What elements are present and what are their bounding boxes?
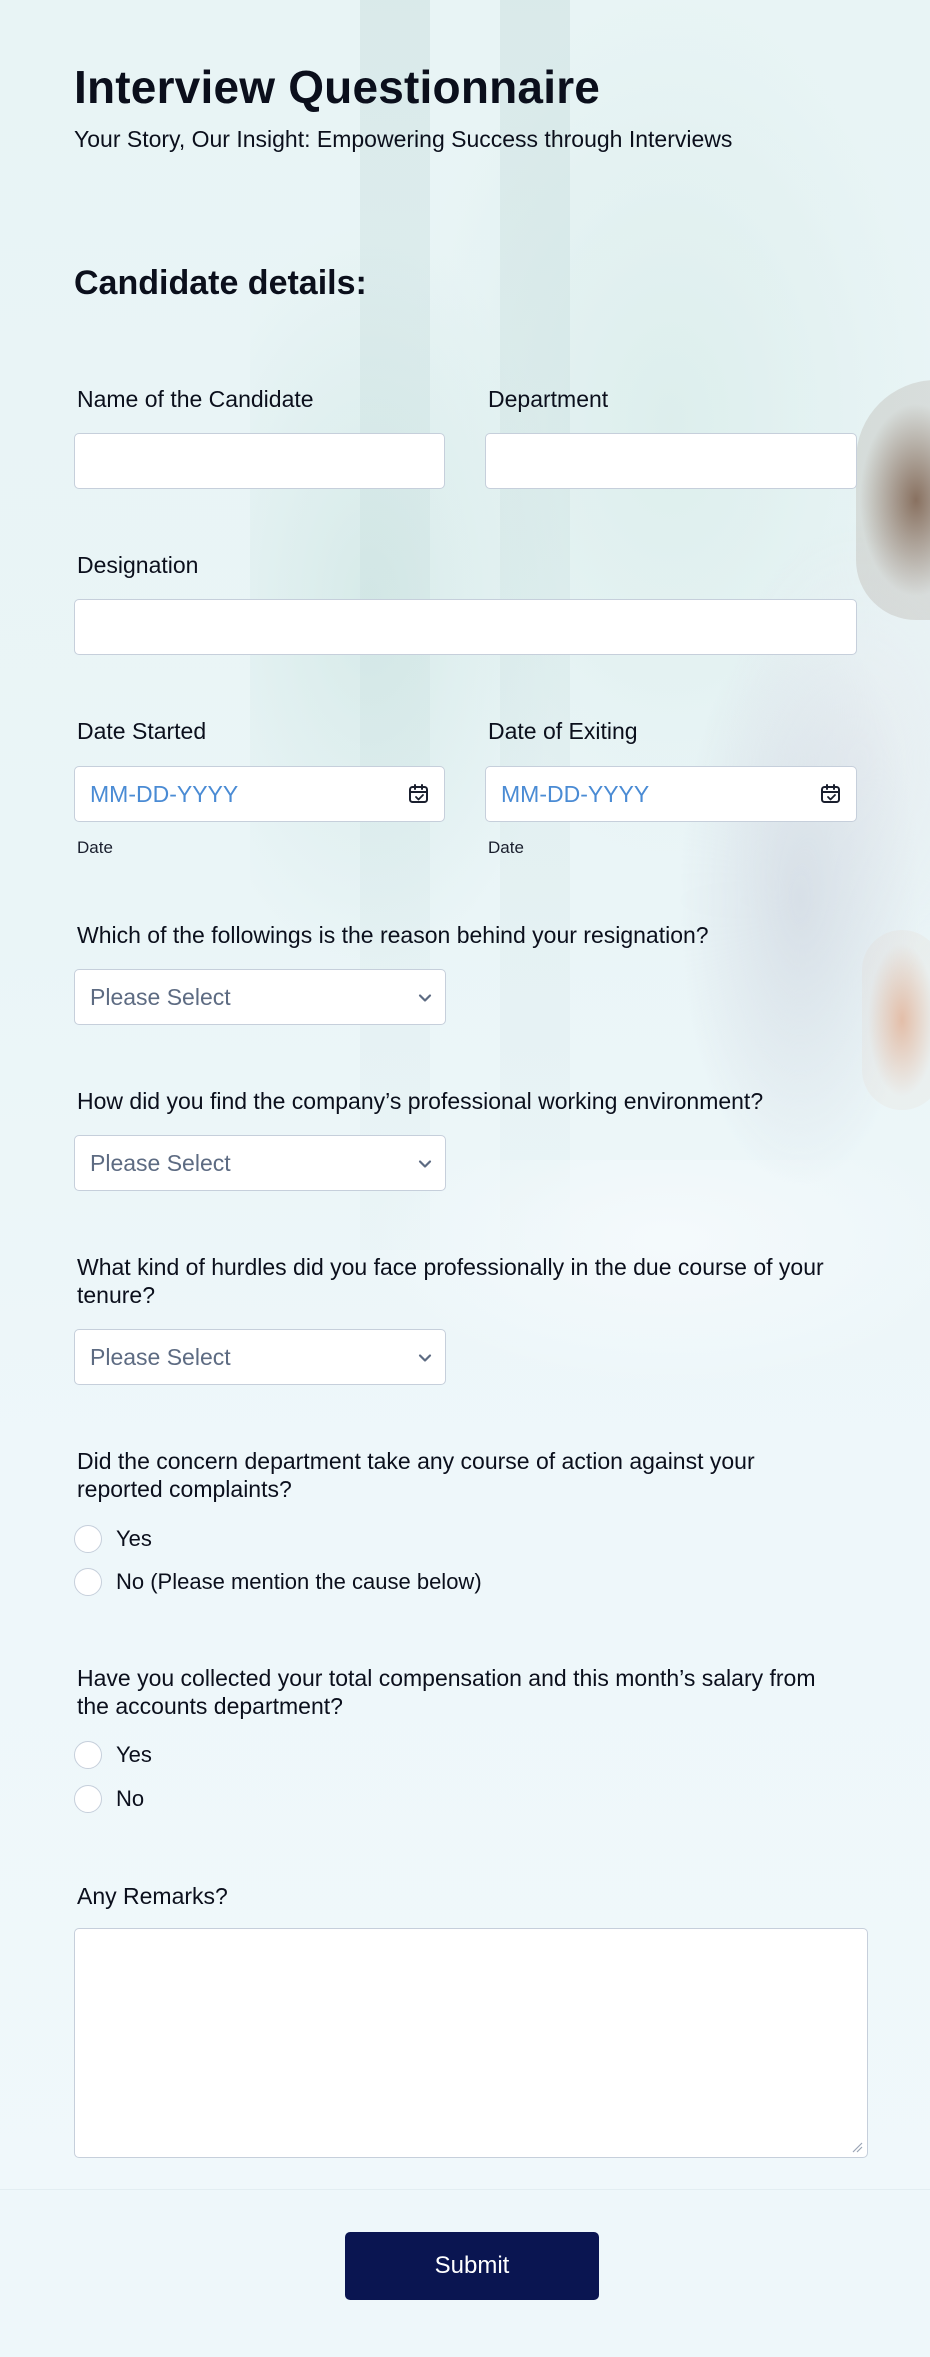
date-exiting-placeholder: MM-DD-YYYY — [501, 781, 650, 807]
work-environment-value: Please Select — [90, 1150, 231, 1176]
date-started-label: Date Started — [77, 718, 207, 744]
complaints-action-option-yes[interactable]: Yes — [74, 1524, 152, 1554]
radio-button[interactable] — [74, 1525, 102, 1553]
chevron-down-icon — [418, 1160, 432, 1168]
resignation-reason-label: Which of the followings is the reason be… — [77, 922, 709, 948]
work-environment-select[interactable]: Please Select — [74, 1135, 446, 1191]
candidate-name-label: Name of the Candidate — [77, 386, 314, 412]
remarks-textarea[interactable] — [74, 1928, 868, 2158]
chevron-down-icon — [418, 994, 432, 1002]
hurdles-label: What kind of hurdles did you face profes… — [77, 1254, 824, 1308]
radio-label: Yes — [116, 1526, 152, 1551]
radio-button[interactable] — [74, 1568, 102, 1596]
designation-label: Designation — [77, 552, 199, 578]
remarks-label: Any Remarks? — [77, 1883, 228, 1909]
department-input[interactable] — [485, 433, 857, 489]
chevron-down-icon — [418, 1354, 432, 1362]
complaints-action-label: Did the concern department take any cour… — [77, 1448, 755, 1502]
resignation-reason-select[interactable]: Please Select — [74, 969, 446, 1025]
compensation-option-yes[interactable]: Yes — [74, 1740, 152, 1770]
radio-label: No (Please mention the cause below) — [116, 1569, 482, 1594]
compensation-label: Have you collected your total compensati… — [77, 1665, 816, 1719]
hurdles-select[interactable]: Please Select — [74, 1329, 446, 1385]
date-started-input[interactable]: MM-DD-YYYY — [74, 766, 445, 822]
complaints-action-option-no[interactable]: No (Please mention the cause below) — [74, 1567, 482, 1597]
designation-input[interactable] — [74, 599, 857, 655]
section-title: Candidate details: — [74, 264, 367, 302]
date-exiting-label: Date of Exiting — [488, 718, 638, 744]
submit-button[interactable]: Submit — [345, 2232, 599, 2300]
compensation-option-no[interactable]: No — [74, 1784, 144, 1814]
radio-button[interactable] — [74, 1785, 102, 1813]
work-environment-label: How did you find the company’s professio… — [77, 1088, 764, 1114]
form-subtitle: Your Story, Our Insight: Empowering Succ… — [74, 126, 733, 152]
resignation-reason-value: Please Select — [90, 984, 231, 1010]
calendar-icon[interactable] — [408, 783, 430, 805]
hurdles-value: Please Select — [90, 1344, 231, 1370]
date-exiting-sublabel: Date — [488, 838, 524, 857]
radio-button[interactable] — [74, 1741, 102, 1769]
candidate-name-input[interactable] — [74, 433, 445, 489]
radio-label: Yes — [116, 1742, 152, 1767]
department-label: Department — [488, 386, 609, 412]
form-page: Interview Questionnaire Your Story, Our … — [0, 0, 930, 2357]
radio-label: No — [116, 1786, 145, 1811]
resize-grip-icon[interactable] — [851, 2141, 863, 2153]
date-exiting-input[interactable]: MM-DD-YYYY — [485, 766, 857, 822]
date-started-placeholder: MM-DD-YYYY — [90, 781, 239, 807]
form-title: Interview Questionnaire — [74, 61, 601, 113]
date-started-sublabel: Date — [77, 838, 113, 857]
calendar-icon[interactable] — [820, 783, 842, 805]
